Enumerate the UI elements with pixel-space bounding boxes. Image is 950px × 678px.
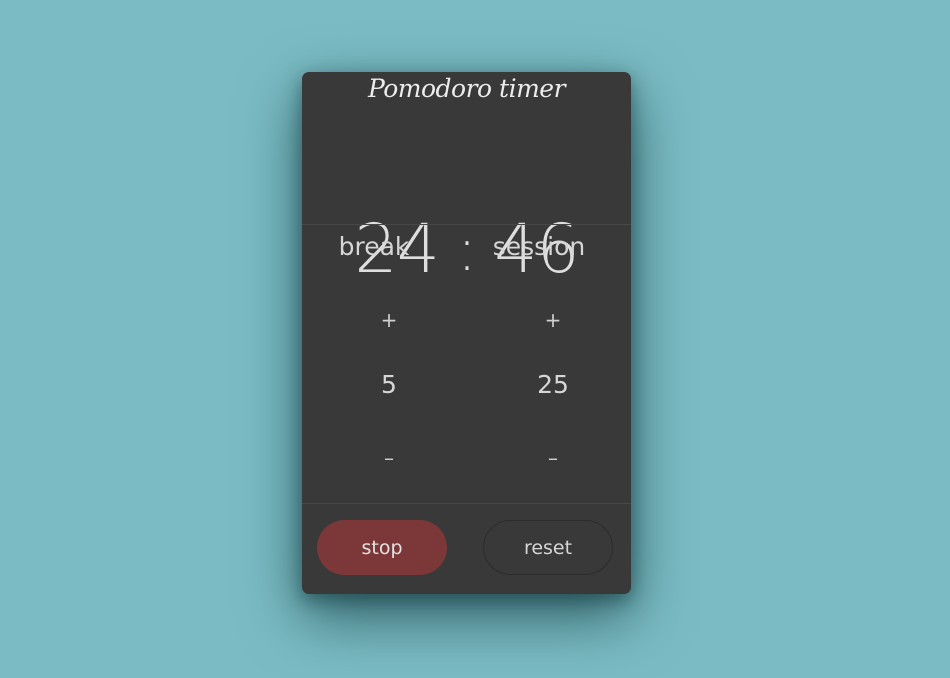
pomodoro-card: Pomodoro timer 24 : 46 break + 5 – sessi… [302,72,631,594]
session-increment-button[interactable]: + [533,308,573,332]
break-increment-button[interactable]: + [369,308,409,332]
stop-button[interactable]: stop [317,520,447,575]
bottom-divider [302,503,631,504]
break-control: break + 5 – [302,224,466,502]
session-value: 25 [537,370,569,399]
break-decrement-button[interactable]: – [369,446,409,470]
break-label: break [338,232,410,261]
session-decrement-button[interactable]: – [533,446,573,470]
break-value: 5 [381,370,397,399]
reset-button[interactable]: reset [483,520,613,575]
session-control: session + 25 – [467,224,631,502]
session-label: session [492,232,586,261]
app-title: Pomodoro timer [367,74,566,103]
